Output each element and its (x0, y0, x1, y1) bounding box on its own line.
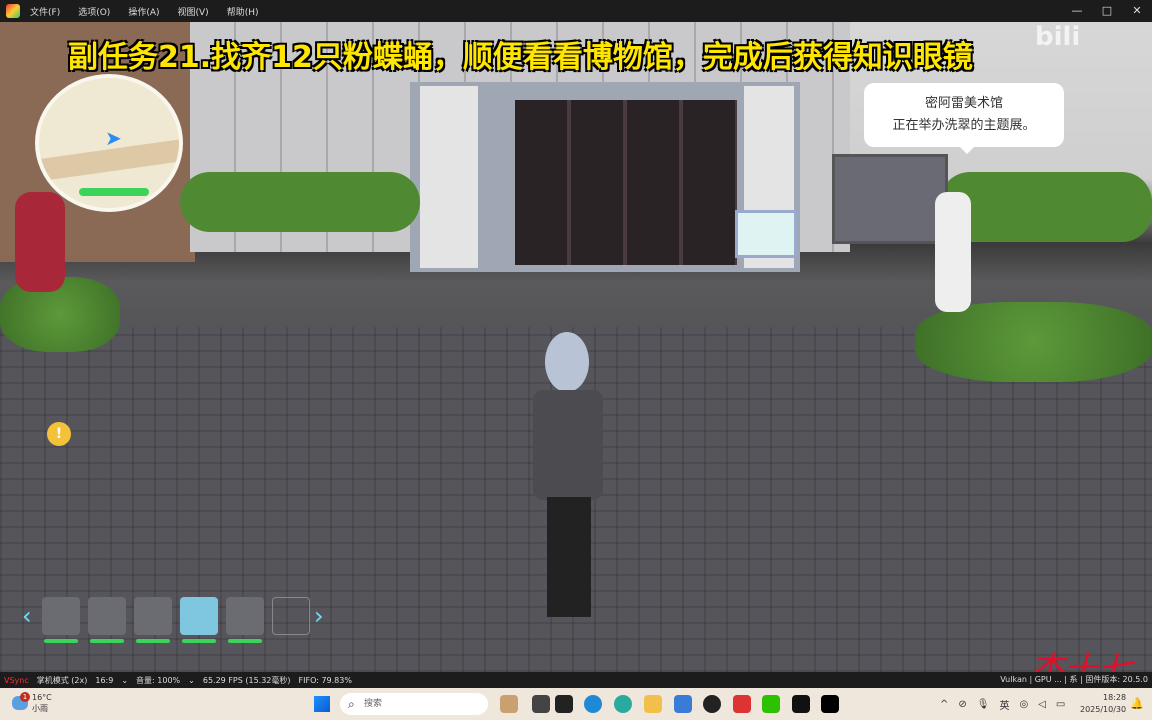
network-icon[interactable]: ⊘ (958, 699, 966, 710)
taskbar-app-icon[interactable] (703, 695, 721, 713)
chevron-down-icon[interactable]: ⌄ (188, 676, 195, 685)
minimize-button[interactable]: — (1062, 0, 1092, 22)
player-character (525, 332, 615, 622)
chevron-up-icon[interactable]: ^ (940, 699, 948, 710)
edge-icon[interactable] (584, 695, 602, 713)
hedge (940, 172, 1152, 242)
hedge (180, 172, 420, 232)
taskbar-app-icon[interactable] (500, 695, 518, 713)
chevron-down-icon[interactable]: ⌄ (121, 676, 128, 685)
minimap-bar (79, 188, 149, 196)
clock[interactable]: 18:28 2025/10/30 (1080, 692, 1126, 716)
search-input[interactable]: 搜索 (340, 693, 488, 715)
party-slot-active[interactable] (180, 597, 218, 643)
taskbar-app-icon[interactable] (792, 695, 810, 713)
menu-bar: 文件(F) 选项(O) 操作(A) 视图(V) 帮助(H) — □ ✕ (0, 0, 1152, 22)
emulator-status-bar: VSync 掌机模式 (2x) 16:9 ⌄ 音量: 100% ⌄ 65.29 … (0, 672, 1152, 688)
capcut-icon[interactable] (821, 695, 839, 713)
hedge (915, 302, 1152, 382)
battery-icon[interactable]: ▭ (1056, 699, 1065, 710)
vsync-status[interactable]: VSync (4, 676, 29, 685)
taskbar-app-icon[interactable] (555, 695, 573, 713)
party-slot-empty[interactable] (272, 597, 310, 635)
volume[interactable]: 音量: 100% (136, 675, 180, 686)
maximize-button[interactable]: □ (1092, 0, 1122, 22)
party-next-icon[interactable]: › (314, 601, 330, 631)
menu-options[interactable]: 选项(O) (78, 5, 110, 18)
menu-file[interactable]: 文件(F) (30, 5, 60, 18)
wechat-icon[interactable] (762, 695, 780, 713)
taskbar-app-icon[interactable] (674, 695, 692, 713)
party-bar: ‹ › (22, 597, 330, 643)
notification-bell-icon[interactable]: 🔔 (1130, 697, 1144, 710)
pillar (420, 86, 478, 268)
party-slot[interactable] (134, 597, 172, 643)
ime-indicator[interactable]: 英 (999, 697, 1009, 712)
app-icon (6, 4, 20, 18)
system-tray: ^ ⊘ 🎙 英 ◎ ◁ ▭ (940, 688, 1075, 720)
info-plaque (735, 210, 797, 258)
backend-info: Vulkan | GPU ... | 系 | 固件版本: 20.5.0 (1000, 675, 1148, 684)
menu-actions[interactable]: 操作(A) (128, 5, 159, 18)
browser-icon[interactable] (614, 695, 632, 713)
speaker-icon[interactable]: ◁ (1038, 699, 1046, 710)
quest-title-overlay: 副任务21.找齐12只粉蝶蛹，顺便看看博物馆，完成后获得知识眼镜 (68, 40, 973, 75)
museum-door (515, 100, 737, 265)
menu-view[interactable]: 视图(V) (178, 5, 209, 18)
taskbar: 1 16°C 小雨 搜索 ^ ⊘ 🎙 英 ◎ ◁ ▭ 18:28 2025/10… (0, 688, 1152, 720)
bilibili-watermark: bili (1035, 22, 1081, 52)
microphone-icon[interactable]: 🎙 (977, 699, 990, 710)
hedge (0, 277, 120, 352)
minimap[interactable]: ➤ (35, 74, 183, 212)
weather-temp: 16°C (32, 693, 52, 702)
bubble-line: 密阿雷美术馆 (924, 96, 1003, 111)
notification-badge: 1 (20, 692, 30, 702)
party-slot[interactable] (88, 597, 126, 643)
time: 18:28 (1103, 693, 1127, 702)
party-slot[interactable] (42, 597, 80, 643)
globe-icon[interactable]: ◎ (1019, 699, 1028, 710)
bubble-line: 正在举办洗翠的主题展。 (892, 118, 1036, 133)
museum-sign (832, 154, 948, 244)
npc-speech-bubble: 密阿雷美术馆 正在举办洗翠的主题展。 (864, 83, 1064, 154)
party-prev-icon[interactable]: ‹ (22, 601, 38, 631)
weather-widget[interactable]: 1 16°C 小雨 (12, 692, 52, 714)
start-button[interactable] (314, 696, 330, 712)
fifo: FIFO: 79.83% (298, 675, 352, 685)
close-button[interactable]: ✕ (1122, 0, 1152, 22)
npc[interactable] (15, 192, 65, 292)
taskbar-app-icon[interactable] (532, 695, 550, 713)
npc[interactable] (935, 192, 971, 312)
weather-desc: 小雨 (32, 704, 48, 713)
folder-icon[interactable] (644, 695, 662, 713)
alert-icon[interactable]: ! (47, 422, 71, 446)
dock-mode[interactable]: 掌机模式 (2x) (37, 675, 88, 686)
signature-watermark: 杰十七 (1030, 650, 1132, 672)
date: 2025/10/30 (1080, 705, 1127, 714)
aspect-ratio[interactable]: 16:9 (95, 676, 113, 685)
player-arrow-icon: ➤ (105, 126, 122, 150)
game-viewport[interactable]: 副任务21.找齐12只粉蝶蛹，顺便看看博物馆，完成后获得知识眼镜 bili 密阿… (0, 22, 1152, 672)
party-slot[interactable] (226, 597, 264, 643)
emulator-icon[interactable] (733, 695, 751, 713)
menu-help[interactable]: 帮助(H) (227, 5, 259, 18)
fps: 65.29 FPS (15.32毫秒) (202, 675, 291, 685)
